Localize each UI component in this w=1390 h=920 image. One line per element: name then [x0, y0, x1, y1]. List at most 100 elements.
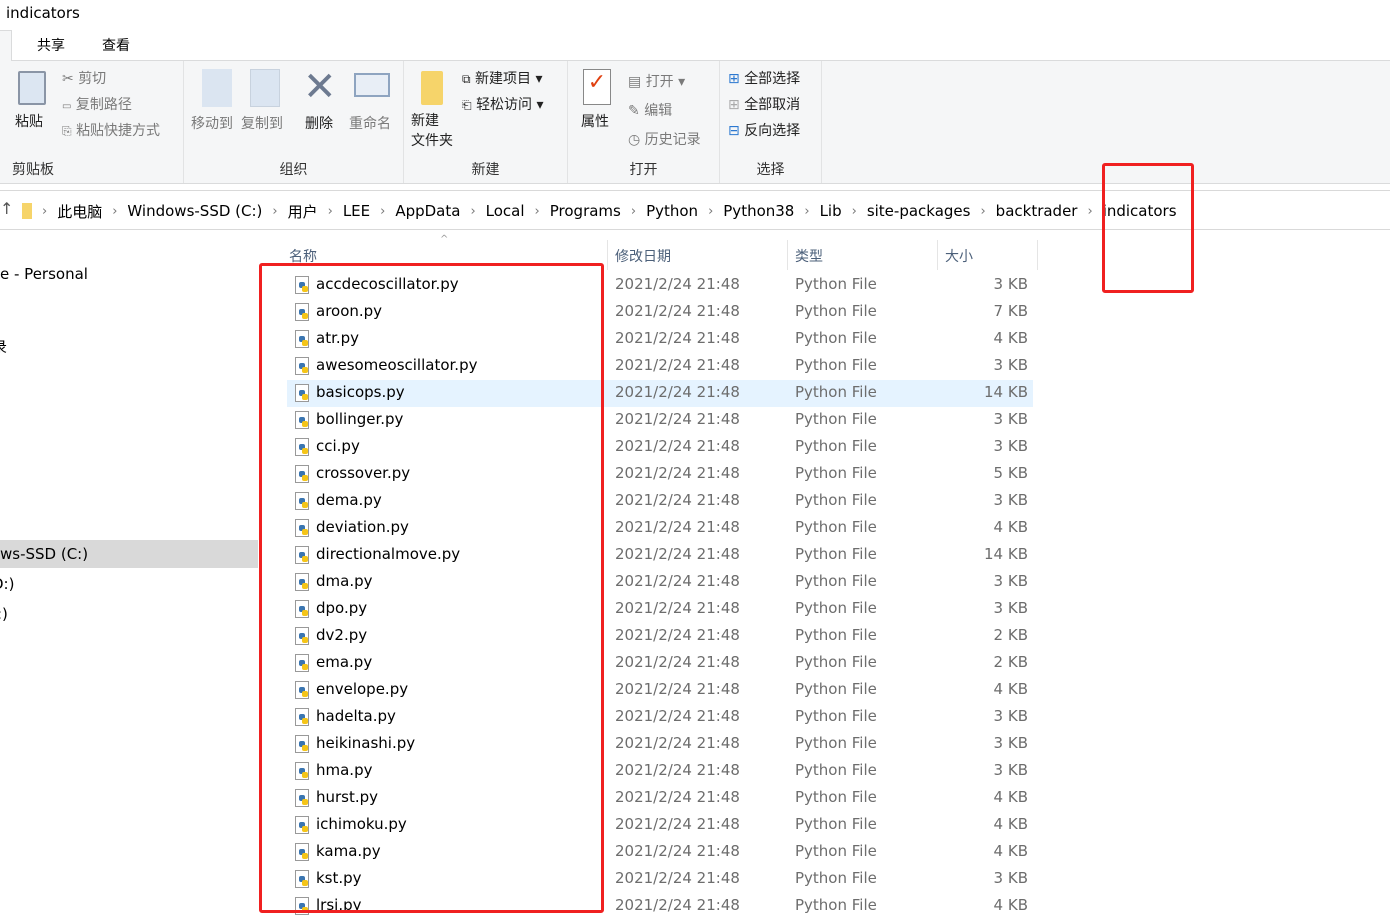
- edit-button[interactable]: ✎ 编辑: [628, 100, 672, 120]
- file-size: 3 KB: [993, 275, 1028, 293]
- file-type: Python File: [795, 869, 877, 887]
- breadcrumb-item[interactable]: Python: [646, 202, 698, 220]
- chevron-right-icon[interactable]: ›: [535, 204, 540, 219]
- move-to-button[interactable]: 移动到: [191, 113, 233, 133]
- new-folder-button[interactable]: 新建 文件夹: [411, 111, 453, 151]
- chevron-right-icon[interactable]: ›: [42, 204, 47, 219]
- file-date: 2021/2/24 21:48: [615, 653, 740, 671]
- nav-item[interactable]: 录: [0, 336, 7, 357]
- move-to-icon: [202, 69, 232, 107]
- easy-access-icon: ⎗: [462, 98, 472, 112]
- file-size: 4 KB: [993, 896, 1028, 914]
- group-new: 新建 文件夹 ⧉ 新建项目 ▾ ⎗ 轻松访问 ▾ 新建: [404, 61, 568, 183]
- chevron-right-icon[interactable]: ›: [380, 204, 385, 219]
- file-size: 3 KB: [993, 356, 1028, 374]
- file-size: 2 KB: [993, 653, 1028, 671]
- breadcrumb-item[interactable]: site-packages: [867, 202, 971, 220]
- history-button[interactable]: ◷ 历史记录: [628, 129, 701, 149]
- chevron-right-icon[interactable]: ›: [112, 204, 117, 219]
- breadcrumb-item[interactable]: 用户: [288, 201, 318, 222]
- group-open: ✓ 属性 ▤ 打开 ▾ ✎ 编辑 ◷ 历史记录 打开: [568, 61, 720, 183]
- breadcrumb: › 此电脑 › Windows-SSD (C:) › 用户 › LEE › AppData › Loc…: [22, 191, 1177, 231]
- column-header-size[interactable]: 大小: [945, 246, 973, 266]
- group-select: ⊞ 全部选择 ⊞ 全部取消 ⊟ 反向选择 选择: [720, 61, 822, 183]
- chevron-right-icon[interactable]: ›: [804, 204, 809, 219]
- file-date: 2021/2/24 21:48: [615, 734, 740, 752]
- properties-button[interactable]: 属性: [581, 111, 609, 131]
- file-date: 2021/2/24 21:48: [615, 356, 740, 374]
- tab-home[interactable]: [0, 30, 12, 61]
- breadcrumb-item[interactable]: Programs: [550, 202, 621, 220]
- paste-shortcut-button[interactable]: ⎘ 粘贴快捷方式: [62, 120, 160, 140]
- chevron-right-icon[interactable]: ›: [852, 204, 857, 219]
- open-button[interactable]: ▤ 打开 ▾: [628, 71, 685, 91]
- new-item-button[interactable]: ⧉ 新建项目 ▾: [462, 68, 543, 88]
- group-label: 打开: [629, 162, 658, 178]
- folder-icon: [22, 203, 32, 219]
- delete-button[interactable]: 删除: [305, 113, 333, 133]
- nav-item-c-drive[interactable]: ws-SSD (C:): [0, 540, 258, 568]
- scissors-icon: ✂: [62, 71, 74, 87]
- file-size: 3 KB: [993, 599, 1028, 617]
- file-date: 2021/2/24 21:48: [615, 896, 740, 914]
- tab-view[interactable]: 查看: [102, 35, 130, 55]
- file-type: Python File: [795, 545, 877, 563]
- file-size: 3 KB: [993, 491, 1028, 509]
- copy-path-button[interactable]: ▭ 复制路径: [62, 94, 132, 114]
- up-arrow-icon[interactable]: ↑: [0, 199, 13, 218]
- file-type: Python File: [795, 653, 877, 671]
- file-date: 2021/2/24 21:48: [615, 815, 740, 833]
- file-type: Python File: [795, 572, 877, 590]
- tab-share[interactable]: 共享: [37, 35, 65, 55]
- file-type: Python File: [795, 329, 877, 347]
- file-date: 2021/2/24 21:48: [615, 410, 740, 428]
- file-type: Python File: [795, 518, 877, 536]
- file-size: 2 KB: [993, 626, 1028, 644]
- properties-icon: ✓: [583, 69, 611, 105]
- breadcrumb-item[interactable]: AppData: [395, 202, 460, 220]
- chevron-right-icon[interactable]: ›: [272, 204, 277, 219]
- column-header-date[interactable]: 修改日期: [615, 246, 671, 266]
- chevron-right-icon[interactable]: ›: [470, 204, 475, 219]
- invert-selection-button[interactable]: ⊟ 反向选择: [728, 120, 800, 140]
- file-size: 4 KB: [993, 815, 1028, 833]
- file-date: 2021/2/24 21:48: [615, 707, 740, 725]
- edit-icon: ✎: [628, 103, 640, 119]
- file-date: 2021/2/24 21:48: [615, 680, 740, 698]
- chevron-right-icon[interactable]: ›: [328, 204, 333, 219]
- chevron-right-icon[interactable]: ›: [631, 204, 636, 219]
- file-type: Python File: [795, 410, 877, 428]
- chevron-right-icon[interactable]: ›: [980, 204, 985, 219]
- copy-to-button[interactable]: 复制到: [241, 113, 283, 133]
- easy-access-button[interactable]: ⎗ 轻松访问 ▾: [462, 94, 544, 114]
- file-date: 2021/2/24 21:48: [615, 518, 740, 536]
- breadcrumb-item[interactable]: 此电脑: [57, 201, 102, 222]
- select-none-button[interactable]: ⊞ 全部取消: [728, 94, 800, 114]
- chevron-right-icon[interactable]: ›: [1087, 204, 1092, 219]
- breadcrumb-item[interactable]: backtrader: [996, 202, 1078, 220]
- cut-button[interactable]: ✂ 剪切: [62, 68, 106, 88]
- breadcrumb-item[interactable]: Lib: [820, 202, 842, 220]
- breadcrumb-item[interactable]: Local: [486, 202, 525, 220]
- clipboard-icon: [18, 71, 46, 105]
- file-size: 3 KB: [993, 437, 1028, 455]
- breadcrumb-item[interactable]: Python38: [723, 202, 794, 220]
- rename-button[interactable]: 重命名: [349, 113, 391, 133]
- file-type: Python File: [795, 599, 877, 617]
- breadcrumb-item[interactable]: LEE: [343, 202, 370, 220]
- file-size: 5 KB: [993, 464, 1028, 482]
- column-header-type[interactable]: 类型: [795, 246, 823, 266]
- nav-item-d-drive[interactable]: D:): [0, 575, 14, 593]
- paste-button[interactable]: 粘贴: [15, 111, 43, 131]
- file-date: 2021/2/24 21:48: [615, 626, 740, 644]
- annotation-box-folder: [1102, 163, 1194, 293]
- chevron-right-icon[interactable]: ›: [708, 204, 713, 219]
- file-size: 4 KB: [993, 842, 1028, 860]
- file-type: Python File: [795, 383, 877, 401]
- nav-item-drive[interactable]: :): [0, 605, 8, 623]
- file-date: 2021/2/24 21:48: [615, 464, 740, 482]
- file-date: 2021/2/24 21:48: [615, 545, 740, 563]
- select-all-button[interactable]: ⊞ 全部选择: [728, 68, 800, 88]
- file-size: 14 KB: [984, 545, 1028, 563]
- breadcrumb-item[interactable]: Windows-SSD (C:): [127, 202, 262, 220]
